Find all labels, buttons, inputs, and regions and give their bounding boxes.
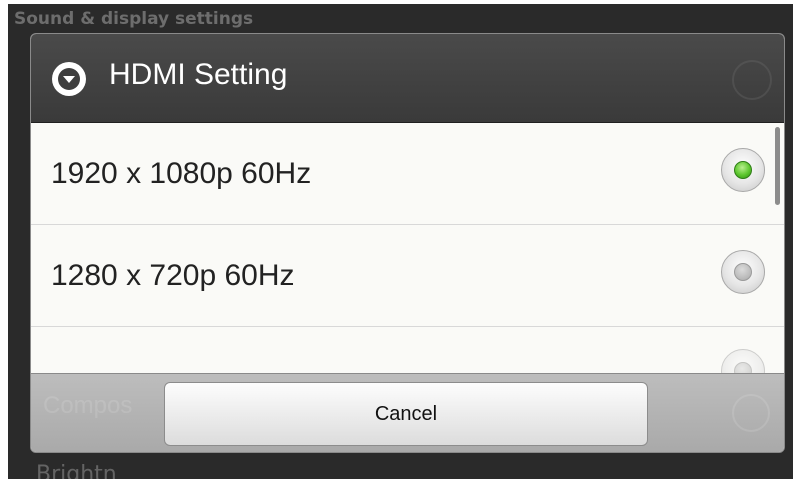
background-chevron-icon: [732, 60, 772, 100]
radio-dot: [734, 263, 752, 281]
background-composite-item: Compos: [43, 392, 133, 419]
radio-dot: [734, 362, 752, 373]
dialog-title: HDMI Setting: [109, 58, 288, 91]
option-label: 1280 x 720p 60Hz: [51, 259, 295, 292]
dropdown-circle-icon: [52, 62, 86, 96]
dialog-button-bar: Compos Cancel: [31, 373, 784, 452]
settings-screen: Sound & display settings Brightn HDMI Se…: [8, 4, 793, 479]
cancel-button[interactable]: Cancel: [164, 382, 648, 446]
background-bottom-item: Brightn: [36, 462, 117, 479]
radio-dot: [734, 161, 752, 179]
radio-button-selected[interactable]: [721, 148, 765, 192]
radio-button-unselected[interactable]: [721, 250, 765, 294]
radio-button-partial[interactable]: [721, 349, 765, 373]
option-label: 1920 x 1080p 60Hz: [51, 157, 312, 190]
option-partially-hidden[interactable]: [31, 327, 784, 373]
dialog-header: HDMI Setting: [31, 34, 784, 123]
option-1280x720p60[interactable]: 1280 x 720p 60Hz: [31, 225, 784, 327]
resolution-option-list[interactable]: 1920 x 1080p 60Hz 1280 x 720p 60Hz: [31, 123, 784, 373]
hdmi-setting-dialog: HDMI Setting 1920 x 1080p 60Hz 1280 x 72…: [30, 33, 785, 453]
background-screen-title: Sound & display settings: [14, 9, 254, 29]
list-scrollbar[interactable]: [775, 127, 780, 205]
background-chevron-icon: [732, 394, 770, 432]
option-1920x1080p60[interactable]: 1920 x 1080p 60Hz: [31, 123, 784, 225]
